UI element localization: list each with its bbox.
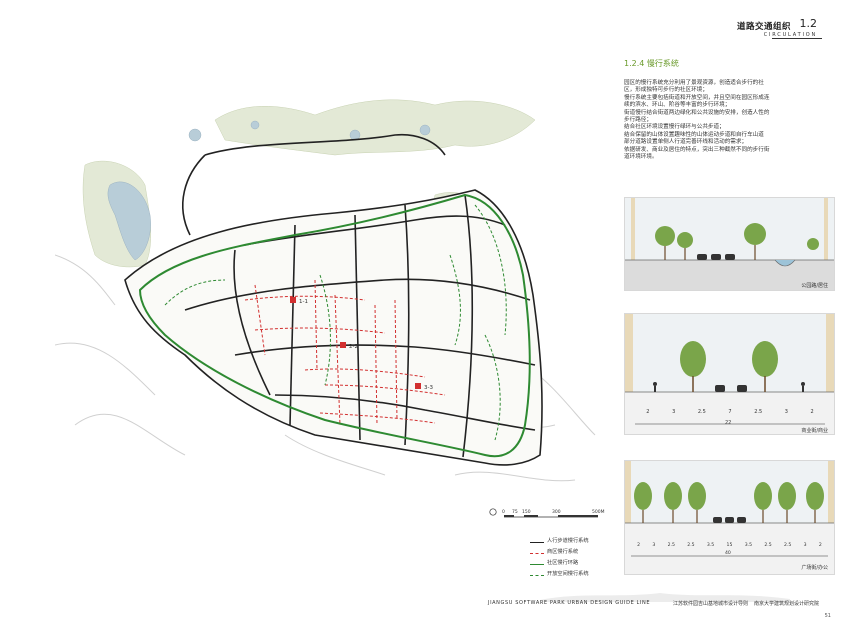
dimension-label: 2.5 — [783, 543, 792, 548]
dimension-label: 2.5 — [764, 543, 772, 548]
dimension-label: 2 — [646, 409, 650, 415]
dimension-label: 2.5 — [667, 543, 675, 548]
street-section-1: 公园路/居住 — [624, 197, 835, 291]
paragraph-line: 部分道路设置单侧人行道完善环线和活动的需求； — [624, 139, 748, 146]
header-number: 1.2 — [799, 17, 818, 30]
dimension-label: 3 — [784, 409, 788, 415]
section-1-caption: 公园路/居住 — [801, 283, 828, 289]
scale-tick-1: 75 — [512, 509, 518, 515]
section-title: 1.2.4 慢行系统 — [624, 59, 679, 68]
street-section-3: 2 3 2.5 2.5 3.5 15 3.5 2.5 2.5 3 2 40 广场街/办公 — [624, 460, 835, 575]
section-3-drawing — [625, 461, 834, 574]
section-label-1: 1-1 — [299, 299, 308, 305]
dimension-label: 15 — [726, 543, 733, 548]
section-2-dimensions: 2 3 2.5 7 2.5 3 2 — [635, 409, 825, 415]
scale-tick-3: 300 — [552, 509, 561, 515]
dimension-label: 3.5 — [706, 543, 715, 548]
scale-bar-graphic: 0 75 150 300 500M — [489, 508, 605, 518]
dimension-label: 3 — [803, 543, 807, 548]
footer-org-1: 江苏软件园吉山基地城市设计导则 — [673, 601, 749, 607]
section-2-caption: 商业街/商业 — [801, 428, 828, 434]
paragraph-line: 区，形成独特可步行的社区环境； — [624, 87, 708, 94]
dimension-label: 7 — [728, 409, 732, 415]
paragraph-line: 依据研发、商业及居住的特点，突出三种截然不同的步行街 — [624, 146, 770, 153]
dimension-label: 2 — [637, 543, 641, 548]
dimension-label: 3 — [672, 409, 676, 415]
scale-tick-2: 150 — [522, 509, 531, 515]
header-divider — [772, 38, 822, 39]
footer-english: JIANGSU SOFTWARE PARK URBAN DESIGN GUIDE… — [488, 600, 651, 606]
paragraph-line: 道环境环境。 — [624, 154, 658, 161]
section-2-total: 22 — [725, 420, 732, 426]
dimension-label: 2 — [810, 409, 814, 415]
street-section-2: 2 3 2.5 7 2.5 3 2 22 商业街/商业 — [624, 313, 835, 435]
master-plan-map: 1-1 2-2 3-3 — [55, 99, 596, 482]
paragraph-line: 结合社区环境设置慢行绿环与公共步道； — [624, 124, 725, 131]
scale-bar: 0 75 150 300 500M — [488, 506, 608, 530]
scale-tick-4: 500M — [592, 509, 605, 515]
scale-tick-0: 0 — [502, 509, 505, 515]
dimension-label: 2.5 — [754, 409, 763, 415]
section-3-total: 40 — [725, 551, 731, 556]
page-number: 51 — [824, 613, 831, 619]
paragraph-line: 续的滨水、环山、阶谷等丰富的步行环境； — [624, 102, 731, 109]
section-3-dimensions: 2 3 2.5 2.5 3.5 15 3.5 2.5 2.5 3 2 — [631, 543, 828, 548]
section-3-caption: 广场街/办公 — [801, 565, 828, 571]
section-1-drawing — [625, 198, 834, 290]
dimension-label: 3 — [652, 543, 656, 548]
dimension-label: 3.5 — [744, 543, 753, 548]
footer-org-2: 南京大学建筑规划设计研究院 — [754, 601, 820, 607]
paragraph-line: 街道慢行结合街道两边绿化和公共设施的安排，创造人性的 — [624, 109, 770, 116]
north-arrow-icon — [489, 508, 497, 516]
section-2-drawing — [625, 314, 834, 434]
dimension-label: 2.5 — [687, 543, 695, 548]
dimension-label: 2.5 — [697, 409, 706, 415]
header-title: 道路交通组织 — [736, 22, 791, 32]
dimension-label: 2 — [818, 543, 822, 548]
section-label-3: 3-3 — [424, 385, 433, 391]
section-paragraph: 园区的慢行系统充分利用了景观资源，创造适合步行的社 区，形成独特可步行的社区环境；… — [624, 80, 834, 161]
section-label-2: 2-2 — [349, 344, 358, 350]
header-subtitle: CIRCULATION — [763, 32, 817, 38]
